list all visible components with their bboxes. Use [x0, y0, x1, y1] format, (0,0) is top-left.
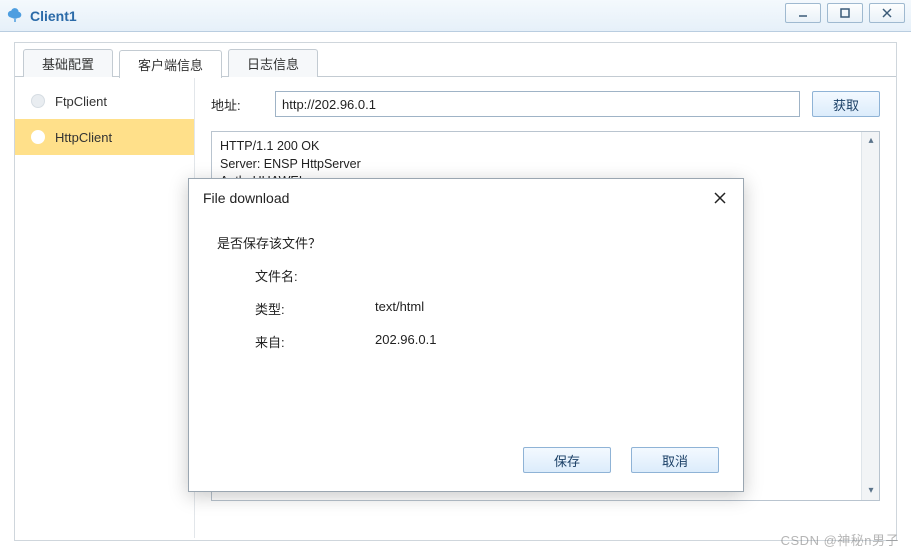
sidebar-item-label: HttpClient	[55, 130, 112, 145]
titlebar: Client1	[0, 0, 911, 32]
circle-icon	[31, 94, 45, 108]
response-line: HTTP/1.1 200 OK	[220, 138, 871, 156]
scrollbar[interactable]: ▴ ▾	[861, 132, 879, 500]
sidebar-item-ftpclient[interactable]: FtpClient	[15, 83, 194, 119]
chevron-up-icon[interactable]: ▴	[863, 133, 879, 149]
tab-bar: 基础配置 客户端信息 日志信息	[15, 43, 896, 77]
save-button[interactable]: 保存	[523, 447, 611, 473]
chevron-down-icon[interactable]: ▾	[863, 483, 879, 499]
from-value: 202.96.0.1	[375, 332, 436, 351]
response-line: Server: ENSP HttpServer	[220, 156, 871, 174]
window-controls	[785, 3, 905, 23]
tab-basic-config[interactable]: 基础配置	[23, 49, 113, 77]
type-label: 类型:	[255, 299, 375, 318]
maximize-button[interactable]	[827, 3, 863, 23]
dialog-close-button[interactable]	[711, 189, 729, 207]
dialog-question: 是否保存该文件？	[217, 233, 715, 252]
minimize-button[interactable]	[785, 3, 821, 23]
address-input[interactable]	[275, 91, 800, 117]
sidebar-item-label: FtpClient	[55, 94, 107, 109]
window-title: Client1	[30, 8, 77, 24]
fetch-button[interactable]: 获取	[812, 91, 880, 117]
from-label: 来自:	[255, 332, 375, 351]
type-value: text/html	[375, 299, 424, 318]
client-sidebar: FtpClient HttpClient	[15, 77, 195, 538]
app-icon	[6, 7, 24, 25]
circle-icon	[31, 130, 45, 144]
filename-label: 文件名:	[255, 266, 375, 285]
tab-log-info[interactable]: 日志信息	[228, 49, 318, 77]
sidebar-item-httpclient[interactable]: HttpClient	[15, 119, 194, 155]
file-download-dialog: File download 是否保存该文件？ 文件名: 类型: text/htm…	[188, 178, 744, 492]
dialog-title: File download	[203, 190, 289, 206]
close-button[interactable]	[869, 3, 905, 23]
cancel-button[interactable]: 取消	[631, 447, 719, 473]
address-label: 地址:	[211, 95, 263, 114]
tab-client-info[interactable]: 客户端信息	[119, 50, 222, 78]
